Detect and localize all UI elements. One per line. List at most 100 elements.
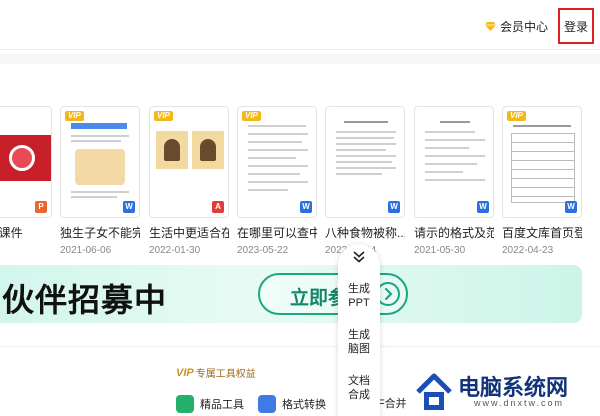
word-icon: W xyxy=(388,201,400,213)
thumb-figure xyxy=(164,139,180,161)
thumb-line xyxy=(336,137,394,139)
toolbox-icon xyxy=(176,395,194,413)
thumb-line xyxy=(248,133,308,135)
doc-date: 2021-06-06 xyxy=(60,245,112,256)
banner-title: 伙伴招募中 xyxy=(2,282,168,318)
doc-thumbnail[interactable]: VIP A xyxy=(149,106,229,218)
doc-thumbnail[interactable]: VIP W xyxy=(237,106,317,218)
generate-ppt-button[interactable]: 生成 PPT xyxy=(338,282,380,310)
thumb-line xyxy=(336,173,382,175)
doc-title[interactable]: 请示的格式及范文 xyxy=(414,224,494,241)
thumb-line xyxy=(513,125,571,127)
thumb-line xyxy=(344,121,388,123)
doc-date: 2-18 xyxy=(0,245,52,256)
thumb-line xyxy=(336,131,396,133)
tool-label: 格式转换 xyxy=(282,399,326,411)
doc-date: 2021-05-30 xyxy=(414,245,466,256)
thumb-line xyxy=(425,139,485,141)
doc-compose-label: 文档 合成 xyxy=(348,375,370,401)
convert-icon xyxy=(258,395,276,413)
thumb-line xyxy=(248,181,308,183)
thumb-line xyxy=(248,125,306,127)
tool-premium[interactable]: 精品工具 xyxy=(176,395,244,413)
doc-thumbnail[interactable]: VIP W xyxy=(502,106,582,218)
thumb-line xyxy=(336,149,386,151)
doc-date: 2022-01-30 xyxy=(149,245,201,256)
thumb-line xyxy=(425,163,477,165)
thumb-line xyxy=(336,161,392,163)
vip-center-link[interactable]: 会员中心 xyxy=(484,18,548,35)
vip-badge-icon: VIP xyxy=(65,111,84,121)
thumb-line xyxy=(248,157,296,159)
doc-title[interactable]: 独生子女不能完... xyxy=(60,224,140,241)
vip-tools-heading: VIP 专属工具权益 xyxy=(176,365,256,381)
doc-card[interactable]: VIP W 在哪里可以查中... 2023-05-22 xyxy=(237,106,317,256)
generate-mindmap-label: 生成 脑图 xyxy=(348,329,370,355)
doc-title[interactable]: 在哪里可以查中... xyxy=(237,224,317,241)
thumb-line xyxy=(440,121,470,123)
word-icon: W xyxy=(477,201,489,213)
thumb-line xyxy=(248,149,308,151)
thumb-line xyxy=(71,135,129,137)
ai-tools-float-panel: 生成 PPT 生成 脑图 文档 合成 xyxy=(338,244,380,416)
doc-title[interactable]: 百度文库首页登陆 xyxy=(502,224,582,241)
generate-ppt-label: 生成 PPT xyxy=(348,283,370,309)
vip-badge-icon: VIP xyxy=(507,111,526,121)
doc-date: 2023-05-22 xyxy=(237,245,289,256)
pdf-icon: A xyxy=(212,201,224,213)
thumb-line xyxy=(425,131,475,133)
ppt-icon: P xyxy=(35,201,47,213)
thumb-line xyxy=(336,167,396,169)
thumb-circle xyxy=(9,145,35,171)
doc-card[interactable]: VIP W 独生子女不能完... 2021-06-06 xyxy=(60,106,140,256)
join-now-button[interactable]: 立即参 xyxy=(258,273,408,315)
vip-logo-icon: VIP xyxy=(176,366,194,379)
thumb-line xyxy=(248,165,308,167)
thumb-line xyxy=(336,155,396,157)
word-icon: W xyxy=(300,201,312,213)
doc-title[interactable]: 载ppt课件 xyxy=(0,224,52,241)
doc-card[interactable]: W 请示的格式及范文 2021-05-30 xyxy=(414,106,494,256)
thumb-heading-bar xyxy=(71,123,127,129)
doc-thumbnail[interactable]: VIP W xyxy=(60,106,140,218)
house-logo-icon xyxy=(416,373,452,410)
doc-compose-button[interactable]: 文档 合成 xyxy=(338,374,380,402)
doc-card[interactable]: W 八种食物被称... 2022-12-04 xyxy=(325,106,405,256)
diamond-icon xyxy=(484,22,496,31)
thumb-illustration xyxy=(75,149,125,185)
double-chevron-down-icon[interactable] xyxy=(352,250,366,264)
doc-card[interactable]: P 载ppt课件 2-18 xyxy=(0,106,52,256)
doc-card[interactable]: VIP W 百度文库首页登陆 2022-04-23 xyxy=(502,106,582,256)
thumb-line xyxy=(71,196,117,198)
thumb-line xyxy=(248,189,288,191)
thumb-line xyxy=(425,147,469,149)
thumb-line xyxy=(425,171,463,173)
thumb-table xyxy=(511,133,575,203)
tool-label: 精品工具 xyxy=(200,399,244,411)
thumb-line xyxy=(71,140,121,142)
thumb-line xyxy=(248,173,300,175)
vip-center-label: 会员中心 xyxy=(499,20,548,34)
doc-thumbnail[interactable]: P xyxy=(0,106,52,218)
doc-card[interactable]: VIP A 生活中更适合在... 2022-01-30 xyxy=(149,106,229,256)
doc-date: 2022-04-23 xyxy=(502,245,554,256)
doc-thumbnail[interactable]: W xyxy=(325,106,405,218)
tool-format-convert[interactable]: 格式转换 xyxy=(258,395,326,413)
doc-title[interactable]: 八种食物被称... xyxy=(325,224,405,241)
login-button[interactable]: 登录 xyxy=(558,8,594,44)
thumb-line xyxy=(336,143,396,145)
thumb-line xyxy=(248,141,302,143)
generate-mindmap-button[interactable]: 生成 脑图 xyxy=(338,328,380,356)
vip-tools-heading-text: 专属工具权益 xyxy=(195,369,256,380)
vip-badge-icon: VIP xyxy=(242,111,261,121)
partner-recruit-banner[interactable]: 伙伴招募中 立即参 xyxy=(0,265,582,323)
top-header: 会员中心 登录 xyxy=(0,0,600,50)
thumb-line xyxy=(425,155,485,157)
section-divider xyxy=(0,54,600,64)
recommended-docs: P 载ppt课件 2-18 VIP W 独生子女不能完... 2021-06-0… xyxy=(0,106,600,256)
doc-thumbnail[interactable]: W xyxy=(414,106,494,218)
thumb-line xyxy=(71,191,129,193)
doc-title[interactable]: 生活中更适合在... xyxy=(149,224,229,241)
watermark-url: www.dnxtw.com xyxy=(474,398,565,408)
thumb-line xyxy=(425,179,485,181)
